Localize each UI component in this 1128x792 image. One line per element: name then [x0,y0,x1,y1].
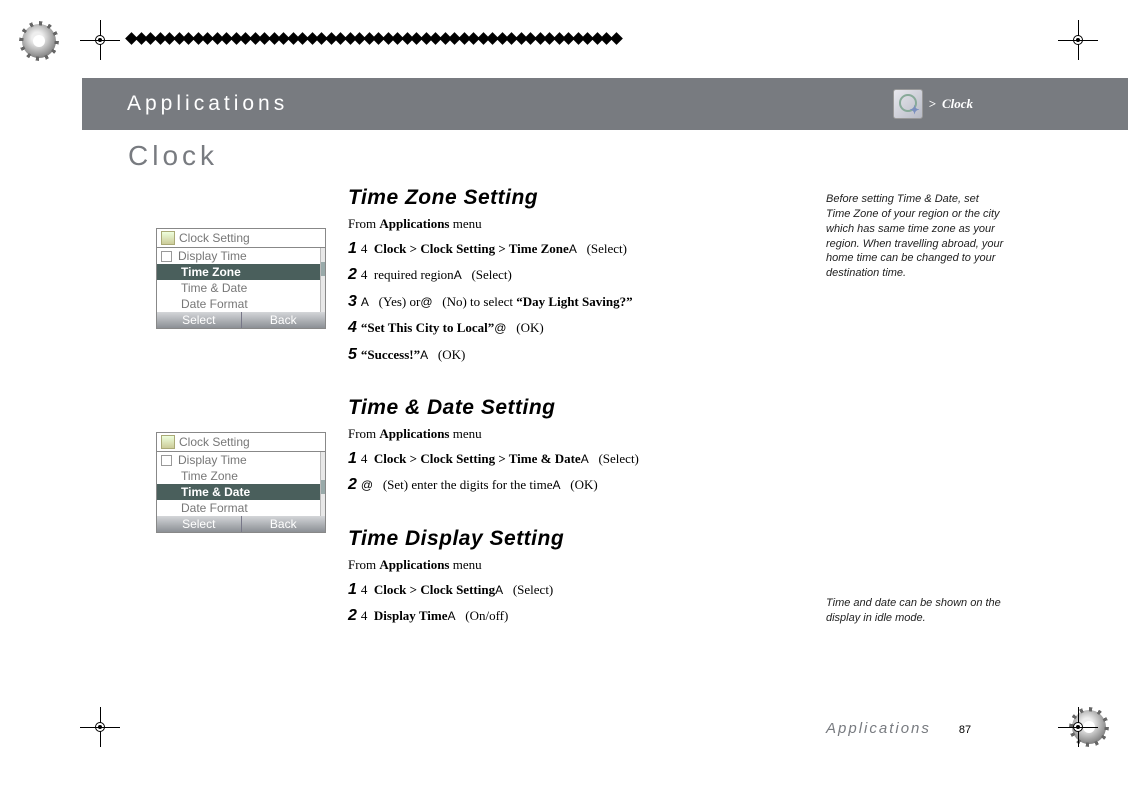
phone-menu-list: Display Time Time Zone Time & Date Date For… [157,248,325,312]
breadcrumb-sep: > [929,96,936,112]
breadcrumb-label: Clock [942,96,973,112]
step-text: A (Yes) or@ (No) to select “Day Light Sa… [361,291,633,313]
step: 14 Clock > Clock Setting > Time ZoneA (S… [348,236,793,262]
phone-menu-item-label: Time & Date [181,281,247,295]
registration-mark-icon [80,20,120,60]
page-number: 87 [959,724,971,736]
softkey-back[interactable]: Back [242,516,326,532]
step-text: 4 required regionA (Select) [361,264,512,286]
phone-menu-item[interactable]: Display Time [157,452,325,468]
footer: Applications 87 [826,720,971,737]
step-text: 4 Clock > Clock SettingA (Select) [361,579,553,601]
phone-menu-item[interactable]: Date Format [157,500,325,516]
step-text: @ (Set) enter the digits for the timeA (… [361,474,598,496]
section-heading: Time Display Setting [348,527,793,551]
step: 2@ (Set) enter the digits for the timeA … [348,472,793,498]
phone-title: Clock Setting [179,435,250,449]
softkey-select[interactable]: Select [157,516,242,532]
step-number: 2 [348,472,357,498]
phone-menu-item[interactable]: Time & Date [157,280,325,296]
phone-menu-item-label: Date Format [181,501,248,515]
decorative-divider [127,32,621,45]
phone-screenshot-timedate: Clock Setting Display Time Time Zone Time … [156,432,326,533]
step-number: 1 [348,236,357,262]
scrollbar[interactable] [320,452,325,516]
main-content: Time Zone Setting From Applications menu 1… [348,186,793,658]
phone-menu-item[interactable]: Time Zone [157,264,325,280]
phone-menu-item-label: Display Time [178,249,247,263]
scrollbar[interactable] [320,248,325,312]
gear-icon [22,24,56,58]
settings-icon [161,435,175,449]
phone-menu-item[interactable]: Time Zone [157,468,325,484]
phone-title: Clock Setting [179,231,250,245]
sidenote-display: Time and date can be shown on the displa… [826,596,1006,626]
phone-menu-item[interactable]: Display Time [157,248,325,264]
sidenote-timezone: Before setting Time & Date, set Time Zon… [826,192,1006,281]
step-number: 1 [348,577,357,603]
step: 5“Success!”A (OK) [348,342,793,368]
step-number: 2 [348,262,357,288]
step-text: “Set This City to Local”@ (OK) [361,317,544,339]
step-text: 4 Display TimeA (On/off) [361,605,508,627]
phone-menu-item[interactable]: Time & Date [157,484,325,500]
checkbox-icon [161,251,172,262]
settings-icon [161,231,175,245]
phone-menu-item-label: Display Time [178,453,247,467]
step-text: 4 Clock > Clock Setting > Time & DateA (… [361,448,639,470]
footer-chapter: Applications [826,720,931,737]
step-text: “Success!”A (OK) [361,344,465,366]
step: 14 Clock > Clock SettingA (Select) [348,577,793,603]
clock-app-icon [893,89,923,119]
from-line: From Applications menu [348,216,793,232]
softkey-select[interactable]: Select [157,312,242,328]
from-line: From Applications menu [348,557,793,573]
step: 24 Display TimeA (On/off) [348,603,793,629]
step: 3A (Yes) or@ (No) to select “Day Light S… [348,289,793,315]
phone-titlebar: Clock Setting [157,433,325,452]
step-number: 3 [348,289,357,315]
registration-mark-icon [1058,707,1098,747]
page-title: Clock [128,140,218,172]
step: 24 required regionA (Select) [348,262,793,288]
breadcrumb: > Clock [893,78,973,130]
section-heading: Time Zone Setting [348,186,793,210]
step-text: 4 Clock > Clock Setting > Time ZoneA (Se… [361,238,627,260]
from-line: From Applications menu [348,426,793,442]
phone-titlebar: Clock Setting [157,229,325,248]
step-number: 2 [348,603,357,629]
chapter-title: Applications [127,92,288,116]
step: 4“Set This City to Local”@ (OK) [348,315,793,341]
phone-menu-list: Display Time Time Zone Time & Date Date For… [157,452,325,516]
section-heading: Time & Date Setting [348,396,793,420]
section: Time Display Setting From Applications me… [348,527,793,630]
step: 14 Clock > Clock Setting > Time & DateA … [348,446,793,472]
registration-mark-icon [80,707,120,747]
step-number: 5 [348,342,357,368]
section: Time Zone Setting From Applications menu 1… [348,186,793,368]
phone-menu-item-label: Time Zone [181,469,238,483]
step-number: 4 [348,315,357,341]
softkey-back[interactable]: Back [242,312,326,328]
checkbox-icon [161,455,172,466]
phone-menu-item-label: Time & Date [181,485,250,499]
phone-menu-item-label: Date Format [181,297,248,311]
step-number: 1 [348,446,357,472]
phone-screenshot-timezone: Clock Setting Display Time Time Zone Time … [156,228,326,329]
phone-menu-item-label: Time Zone [181,265,241,279]
section: Time & Date Setting From Applications men… [348,396,793,499]
registration-mark-icon [1058,20,1098,60]
chapter-header: Applications > Clock [82,78,1128,130]
phone-menu-item[interactable]: Date Format [157,296,325,312]
